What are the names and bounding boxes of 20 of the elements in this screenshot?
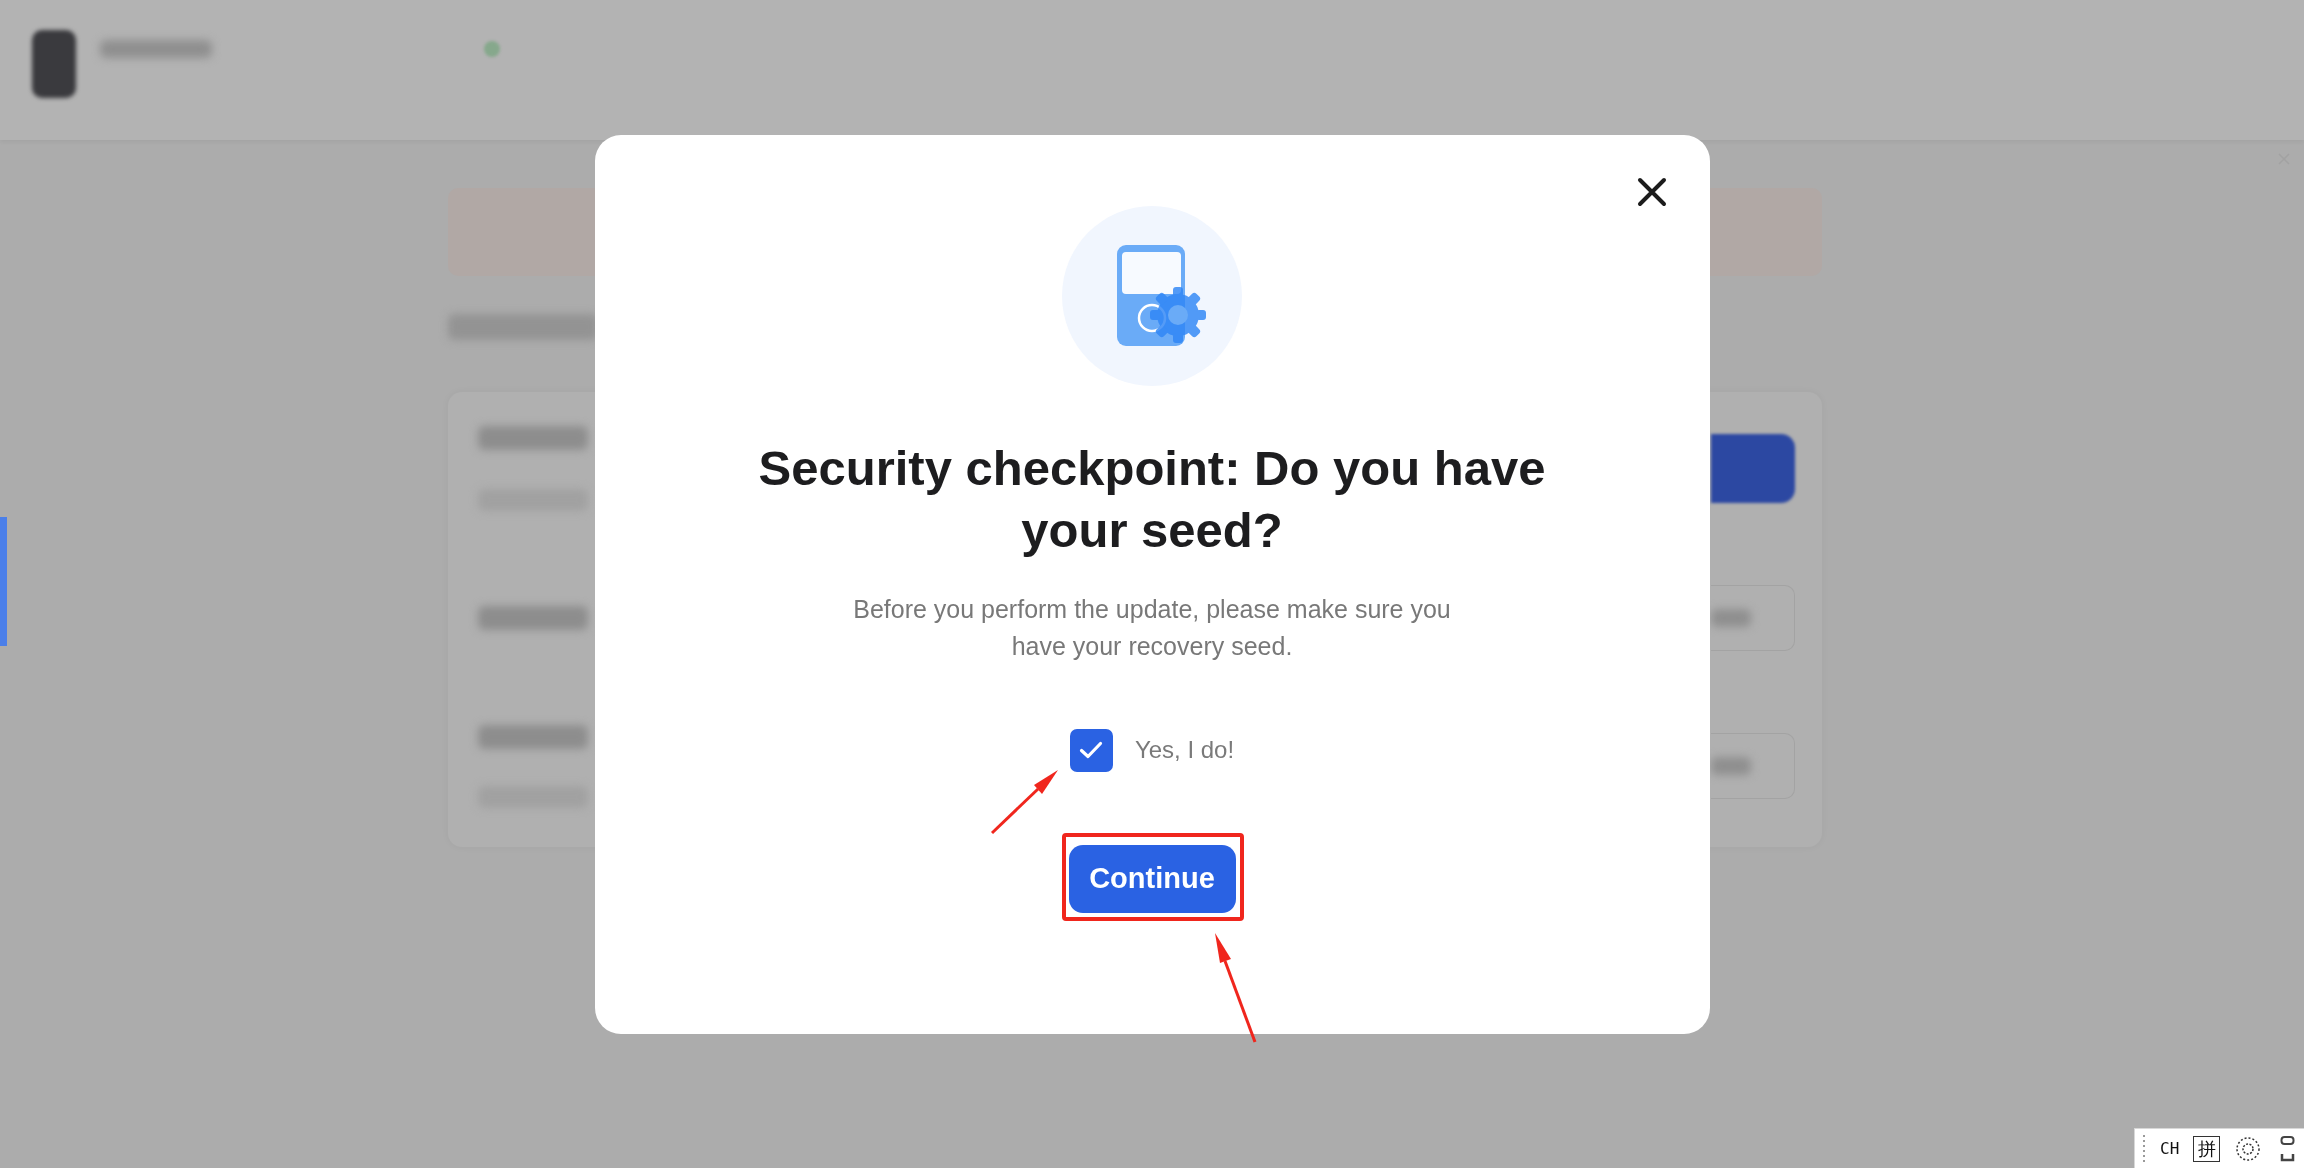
annotation-arrow xyxy=(990,770,1058,835)
settings-icon[interactable] xyxy=(2234,1134,2263,1163)
device-settings-icon xyxy=(1062,205,1242,386)
grip-icon[interactable] xyxy=(2142,1132,2146,1165)
close-icon xyxy=(1636,176,1667,207)
checkmark-icon xyxy=(1079,741,1104,759)
dialog-description: Before you perform the update, please make sure you have your recovery seed. xyxy=(852,593,1452,662)
status-dot xyxy=(484,41,500,57)
input-mode-button[interactable]: 拼 xyxy=(2193,1135,2221,1162)
toolbar-options-icon[interactable] xyxy=(2280,1134,2296,1163)
close-button[interactable] xyxy=(1636,176,1667,207)
checkbox-label[interactable]: Yes, I do! xyxy=(1134,736,1235,764)
blurred-button[interactable] xyxy=(1711,433,1795,503)
checkbox[interactable] xyxy=(1069,728,1113,772)
dialog-title: Security checkpoint: Do you have your seed? xyxy=(757,439,1547,559)
continue-button[interactable]: Continue xyxy=(1068,844,1236,913)
language-button[interactable]: CH xyxy=(2160,1139,2180,1158)
blurred-button[interactable] xyxy=(1711,733,1795,799)
blurred-device-image xyxy=(32,30,76,98)
blurred-button[interactable] xyxy=(1711,585,1795,651)
